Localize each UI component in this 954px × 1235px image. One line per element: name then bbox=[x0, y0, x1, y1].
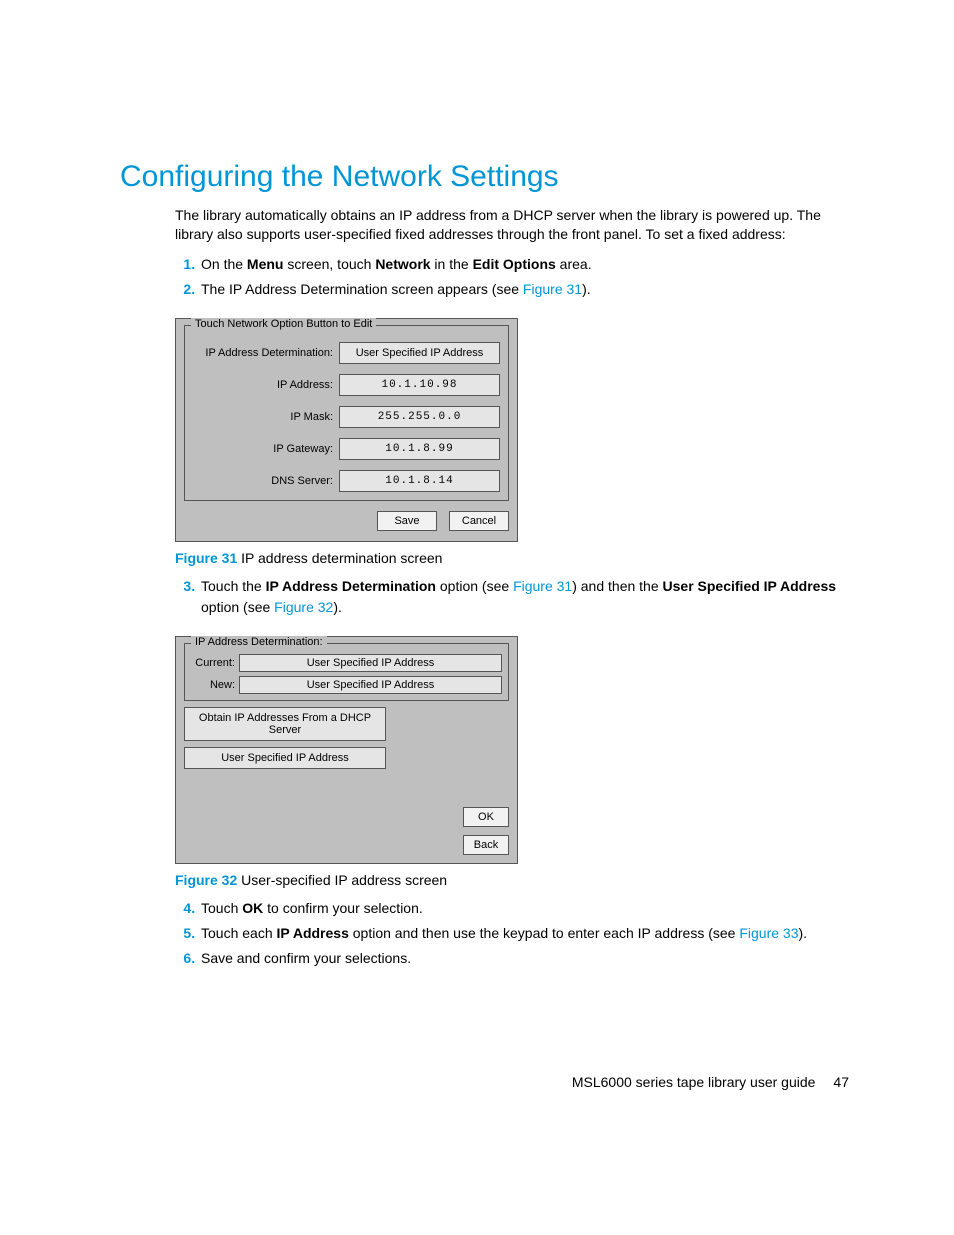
figure-32-link[interactable]: Figure 32 bbox=[274, 599, 333, 615]
current-value: User Specified IP Address bbox=[239, 654, 502, 672]
step-3: Touch the IP Address Determination optio… bbox=[199, 576, 849, 618]
save-button[interactable]: Save bbox=[377, 511, 437, 531]
figure-33-link[interactable]: Figure 33 bbox=[739, 925, 798, 941]
dns-server-value[interactable]: 10.1.8.14 bbox=[339, 470, 500, 492]
current-label: Current: bbox=[191, 657, 239, 669]
step-1: On the Menu screen, touch Network in the… bbox=[199, 254, 849, 275]
ip-mask-label: IP Mask: bbox=[193, 411, 339, 423]
figure-31-caption: Figure 31 IP address determination scree… bbox=[175, 550, 849, 566]
dns-server-label: DNS Server: bbox=[193, 475, 339, 487]
cancel-button[interactable]: Cancel bbox=[449, 511, 509, 531]
figure-31-panel: Touch Network Option Button to Edit IP A… bbox=[175, 318, 518, 542]
step-5: Touch each IP Address option and then us… bbox=[199, 923, 849, 944]
figure-31-link[interactable]: Figure 31 bbox=[523, 281, 582, 297]
fig31-legend: Touch Network Option Button to Edit bbox=[191, 318, 376, 330]
step-6: Save and confirm your selections. bbox=[199, 948, 849, 969]
step-4: Touch OK to confirm your selection. bbox=[199, 898, 849, 919]
section-heading: Configuring the Network Settings bbox=[120, 160, 849, 194]
ip-gateway-value[interactable]: 10.1.8.99 bbox=[339, 438, 500, 460]
intro-paragraph: The library automatically obtains an IP … bbox=[175, 206, 849, 244]
page-footer: MSL6000 series tape library user guide47 bbox=[572, 1074, 849, 1090]
ip-determination-label: IP Address Determination: bbox=[193, 347, 339, 359]
figure-32-caption: Figure 32 User-specified IP address scre… bbox=[175, 872, 849, 888]
fig32-legend: IP Address Determination: bbox=[191, 636, 327, 648]
ok-button[interactable]: OK bbox=[463, 807, 509, 827]
ip-mask-value[interactable]: 255.255.0.0 bbox=[339, 406, 500, 428]
figure-32-panel: IP Address Determination: Current: User … bbox=[175, 636, 518, 864]
dhcp-option-button[interactable]: Obtain IP Addresses From a DHCP Server bbox=[184, 707, 386, 741]
step-2: The IP Address Determination screen appe… bbox=[199, 279, 849, 300]
ip-address-label: IP Address: bbox=[193, 379, 339, 391]
new-value: User Specified IP Address bbox=[239, 676, 502, 694]
ip-determination-value[interactable]: User Specified IP Address bbox=[339, 342, 500, 364]
ip-address-value[interactable]: 10.1.10.98 bbox=[339, 374, 500, 396]
user-specified-option-button[interactable]: User Specified IP Address bbox=[184, 747, 386, 769]
back-button[interactable]: Back bbox=[463, 835, 509, 855]
figure-31-link-2[interactable]: Figure 31 bbox=[513, 578, 572, 594]
ip-gateway-label: IP Gateway: bbox=[193, 443, 339, 455]
new-label: New: bbox=[191, 679, 239, 691]
